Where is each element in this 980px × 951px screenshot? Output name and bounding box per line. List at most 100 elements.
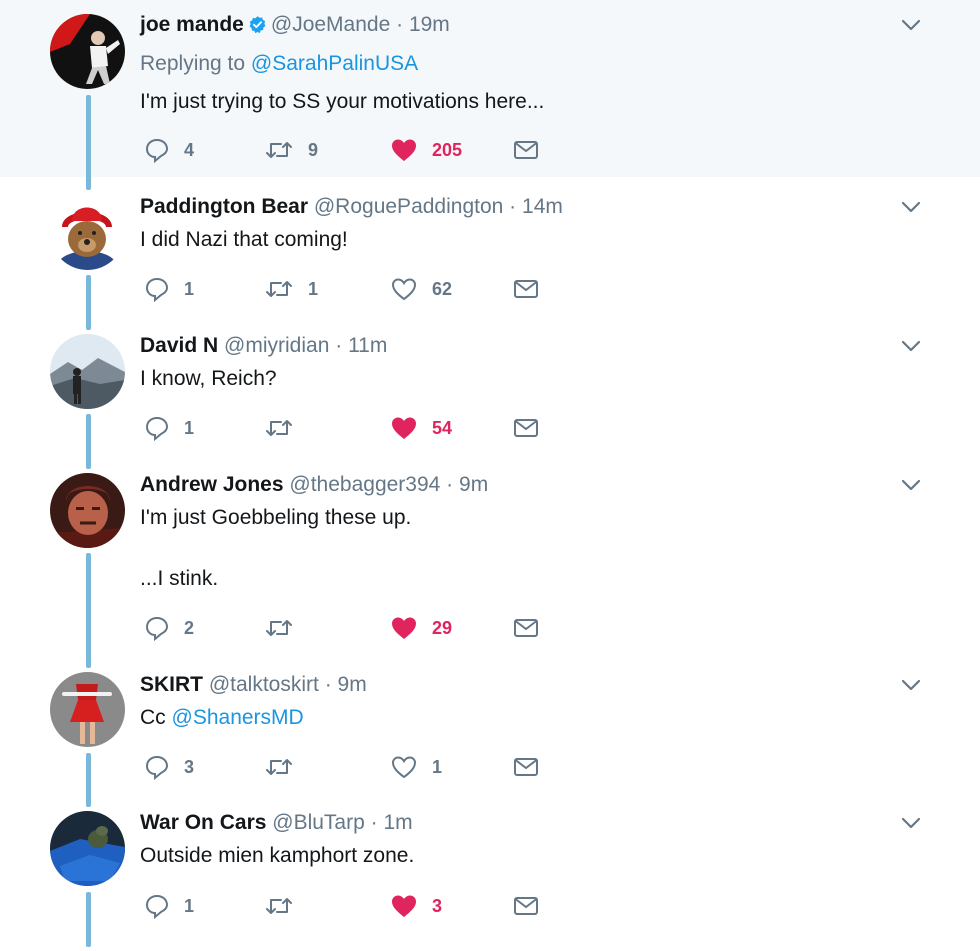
separator-dot: · <box>370 811 378 834</box>
tweet-text: Cc @ShanersMD <box>140 706 304 730</box>
display-name[interactable]: War On Cars <box>140 811 266 834</box>
direct-message-button[interactable] <box>513 753 539 781</box>
like-button[interactable]: 62 <box>390 275 452 303</box>
chevron-down-icon[interactable] <box>900 339 922 353</box>
like-count: 3 <box>432 895 443 916</box>
tweet-actions: 1 54 <box>140 414 560 442</box>
chevron-down-icon[interactable] <box>900 678 922 692</box>
display-name[interactable]: joe mande <box>140 13 244 36</box>
direct-message-button[interactable] <box>513 414 539 442</box>
reply-icon <box>145 616 169 641</box>
tweet-text: I'm just trying to SS your motivations h… <box>140 90 545 113</box>
chevron-down-icon[interactable] <box>900 478 922 492</box>
timestamp[interactable]: 1m <box>383 811 412 834</box>
thread-line <box>86 275 91 330</box>
separator-dot: · <box>335 334 343 357</box>
envelope-icon <box>514 619 538 637</box>
avatar[interactable] <box>50 672 125 747</box>
reply-count: 1 <box>184 417 195 438</box>
tweet-actions: 1 3 <box>140 892 560 920</box>
like-button[interactable]: 1 <box>390 753 442 781</box>
like-count: 1 <box>432 756 443 777</box>
display-name[interactable]: David N <box>140 334 218 357</box>
reply-icon <box>145 755 169 780</box>
user-handle[interactable]: @miyridian <box>224 334 329 357</box>
reply-count: 3 <box>184 756 195 777</box>
separator-dot: · <box>324 673 332 696</box>
user-handle[interactable]: @JoeMande <box>271 13 390 36</box>
tweet-header: joe mande @JoeMande · 19m <box>140 13 450 37</box>
heart-filled-icon <box>392 895 416 917</box>
chevron-down-icon[interactable] <box>900 200 922 214</box>
direct-message-button[interactable] <box>513 892 539 920</box>
separator-dot: · <box>396 13 404 36</box>
avatar[interactable] <box>50 14 125 89</box>
display-name[interactable]: SKIRT <box>140 673 203 696</box>
tweet-text: Outside mien kamphort zone. <box>140 844 415 867</box>
like-button[interactable]: 3 <box>390 892 442 920</box>
retweet-button[interactable] <box>264 414 308 442</box>
retweet-icon <box>266 759 292 775</box>
thread-line <box>86 553 91 668</box>
retweet-button[interactable] <box>264 614 308 642</box>
heart-filled-icon <box>392 617 416 639</box>
timestamp[interactable]: 9m <box>338 673 367 696</box>
like-button[interactable]: 205 <box>390 136 462 164</box>
user-handle[interactable]: @thebagger394 <box>289 473 440 496</box>
retweet-icon <box>266 620 292 636</box>
avatar[interactable] <box>50 473 125 548</box>
reply-button[interactable]: 3 <box>144 753 194 781</box>
like-count: 29 <box>432 617 453 638</box>
direct-message-button[interactable] <box>513 275 539 303</box>
reply-button[interactable]: 1 <box>144 414 194 442</box>
timestamp[interactable]: 14m <box>522 195 563 218</box>
direct-message-button[interactable] <box>513 614 539 642</box>
envelope-icon <box>514 897 538 915</box>
avatar[interactable] <box>50 334 125 409</box>
tweet-actions: 2 29 <box>140 614 560 642</box>
retweet-button[interactable]: 9 <box>264 136 318 164</box>
tweet-text: I'm just Goebbeling these up. <box>140 506 412 529</box>
replying-to: Replying to @SarahPalinUSA <box>140 52 418 76</box>
timestamp[interactable]: 19m <box>409 13 450 36</box>
tweet-actions: 1 1 62 <box>140 275 560 303</box>
reply-button[interactable]: 1 <box>144 892 194 920</box>
retweet-button[interactable] <box>264 892 308 920</box>
reply-icon <box>145 894 169 919</box>
chevron-down-icon[interactable] <box>900 816 922 830</box>
reply-icon <box>145 277 169 302</box>
like-count: 62 <box>432 278 453 299</box>
display-name[interactable]: Paddington Bear <box>140 195 308 218</box>
mention-link[interactable]: @ShanersMD <box>172 706 304 729</box>
separator-dot: · <box>446 473 454 496</box>
envelope-icon <box>514 280 538 298</box>
envelope-icon <box>514 758 538 776</box>
avatar[interactable] <box>50 195 125 270</box>
user-handle[interactable]: @RoguePaddington <box>314 195 503 218</box>
like-button[interactable]: 29 <box>390 614 452 642</box>
avatar[interactable] <box>50 811 125 886</box>
direct-message-button[interactable] <box>513 136 539 164</box>
user-handle[interactable]: @BluTarp <box>272 811 365 834</box>
user-handle[interactable]: @talktoskirt <box>209 673 319 696</box>
retweet-button[interactable]: 1 <box>264 275 318 303</box>
thread-line <box>86 892 91 947</box>
reply-button[interactable]: 2 <box>144 614 194 642</box>
retweet-count: 9 <box>308 139 319 160</box>
tweet-header: Paddington Bear @RoguePaddington · 14m <box>140 195 563 219</box>
thread-line <box>86 414 91 469</box>
like-button[interactable]: 54 <box>390 414 452 442</box>
retweet-button[interactable] <box>264 753 308 781</box>
heart-outline-icon <box>391 278 417 301</box>
timestamp[interactable]: 11m <box>348 334 387 357</box>
reply-button[interactable]: 1 <box>144 275 194 303</box>
tweet-actions: 4 9 205 <box>140 136 560 164</box>
reply-icon <box>145 138 169 163</box>
display-name[interactable]: Andrew Jones <box>140 473 284 496</box>
replying-prefix: Replying to <box>140 52 246 75</box>
reply-button[interactable]: 4 <box>144 136 194 164</box>
reply-count: 2 <box>184 617 195 638</box>
timestamp[interactable]: 9m <box>459 473 488 496</box>
chevron-down-icon[interactable] <box>900 18 922 32</box>
replying-to-link[interactable]: @SarahPalinUSA <box>251 52 418 75</box>
